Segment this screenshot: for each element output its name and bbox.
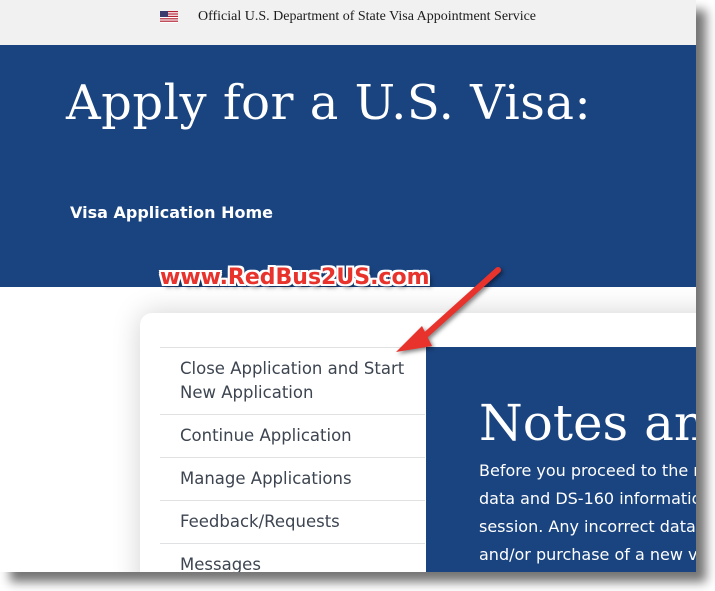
browser-screenshot: Official U.S. Department of State Visa A… <box>0 0 696 572</box>
notes-title: Notes an <box>479 394 696 452</box>
side-nav: Close Application and Start New Applicat… <box>160 347 425 572</box>
us-flag-icon <box>159 10 178 23</box>
notes-line: session. Any incorrect data r <box>479 517 696 536</box>
nav-item-messages[interactable]: Messages <box>160 543 425 572</box>
watermark: www.RedBus2US.com <box>160 265 430 290</box>
nav-item-manage-applications[interactable]: Manage Applications <box>160 457 425 500</box>
hero-section: Apply for a U.S. Visa: Visa Application … <box>0 45 696 287</box>
notes-panel: Notes an Before you proceed to the n dat… <box>426 347 696 572</box>
nav-item-feedback-requests[interactable]: Feedback/Requests <box>160 500 425 543</box>
notes-line: data and DS-160 information <box>479 489 696 508</box>
official-banner: Official U.S. Department of State Visa A… <box>0 0 696 45</box>
notes-line: and/or purchase of a new vi <box>479 545 696 564</box>
banner-text: Official U.S. Department of State Visa A… <box>197 8 537 24</box>
notes-line: Before you proceed to the n <box>479 461 696 480</box>
nav-item-close-start-new[interactable]: Close Application and Start New Applicat… <box>160 347 425 414</box>
nav-item-continue-application[interactable]: Continue Application <box>160 414 425 457</box>
page-title: Apply for a U.S. Visa: <box>66 75 592 131</box>
visa-application-home-link[interactable]: Visa Application Home <box>70 203 273 222</box>
